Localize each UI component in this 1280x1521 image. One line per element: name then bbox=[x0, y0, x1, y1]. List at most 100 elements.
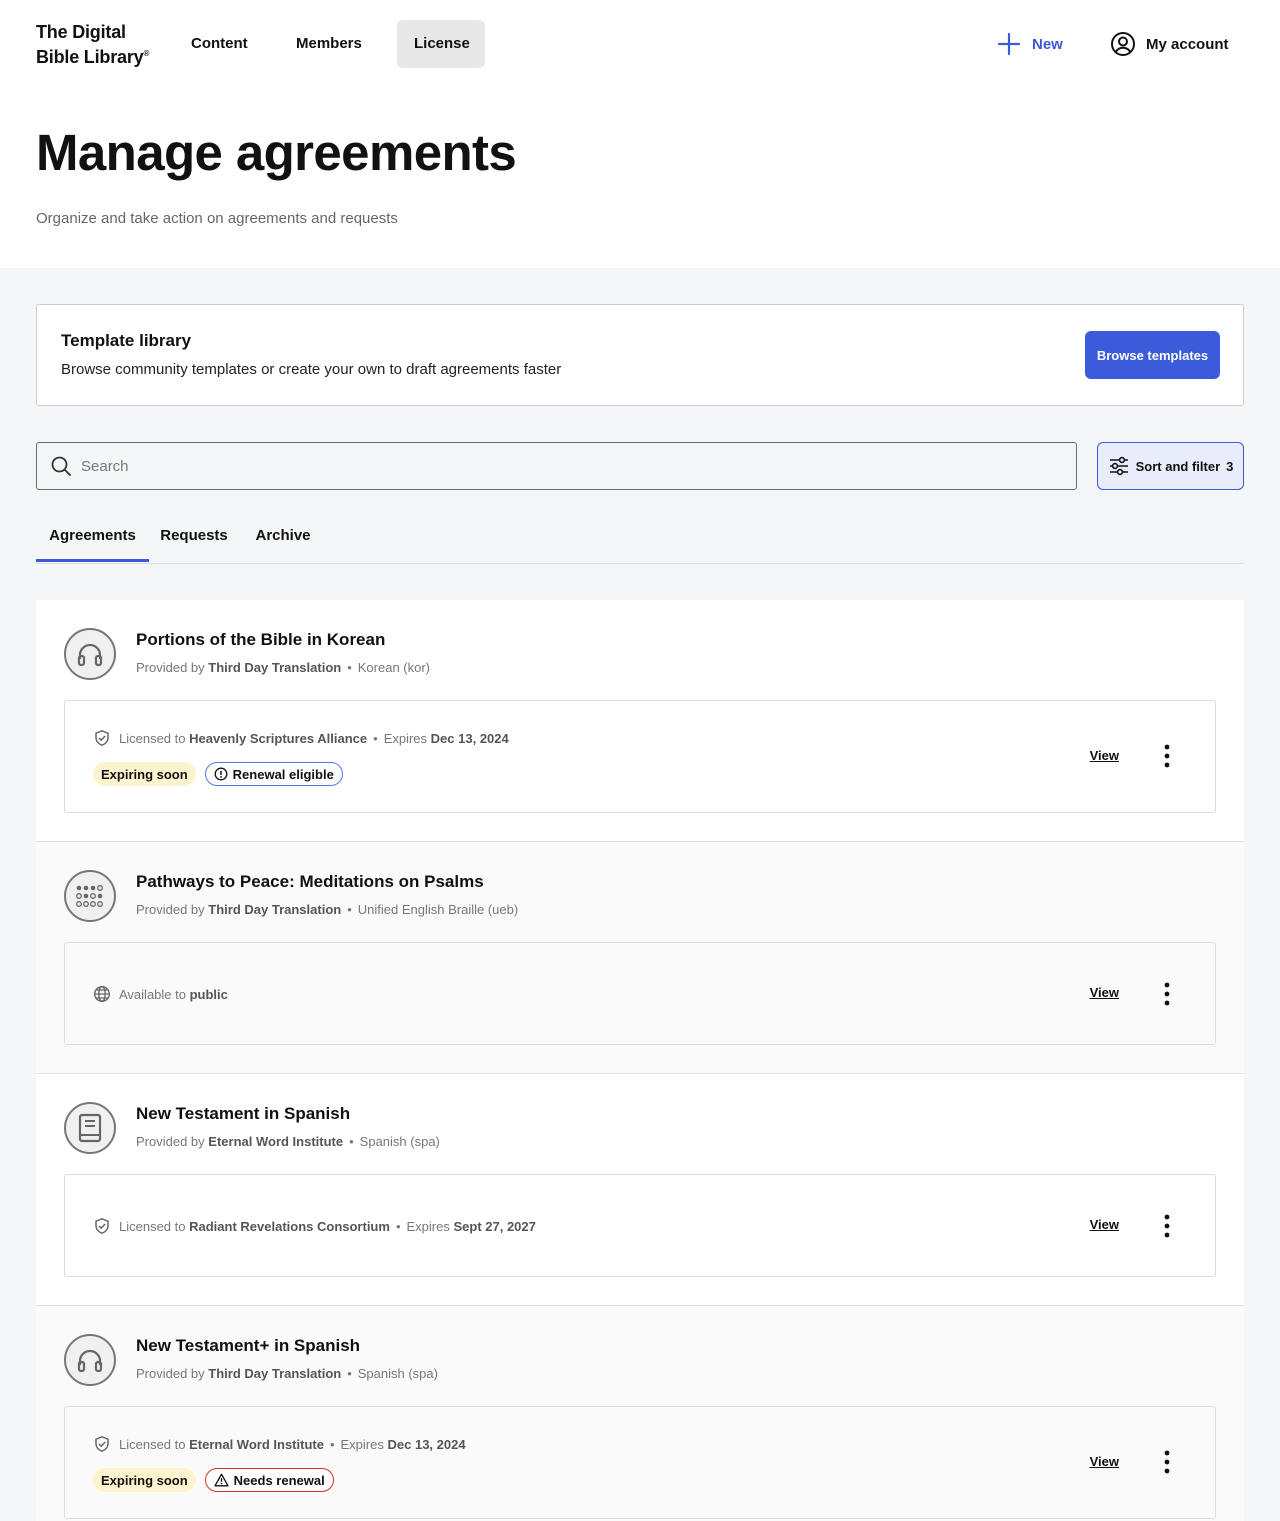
sliders-icon bbox=[1109, 456, 1128, 476]
plus-icon bbox=[997, 32, 1021, 56]
license-line: Licensed to Heavenly Scriptures Alliance… bbox=[93, 729, 509, 747]
expires-prefix: Expires bbox=[383, 730, 428, 746]
provider-name: Eternal Word Institute bbox=[208, 1134, 344, 1149]
logo-line2: Bible Library bbox=[36, 47, 144, 67]
status-badge-expiring: Expiring soon bbox=[93, 762, 196, 786]
page-title: Manage agreements bbox=[36, 124, 517, 181]
template-library-description: Browse community templates or create you… bbox=[61, 361, 562, 378]
licensee-name: Radiant Revelations Consortium bbox=[189, 1218, 390, 1234]
item-thumbnail bbox=[64, 1334, 116, 1386]
provider-name: Third Day Translation bbox=[208, 902, 342, 917]
book-icon bbox=[78, 1113, 102, 1143]
expires-prefix: Expires bbox=[406, 1218, 450, 1234]
status-badges: Expiring soon Needs renewal bbox=[93, 1468, 334, 1492]
item-thumbnail bbox=[64, 1102, 116, 1154]
nav-item-license[interactable]: License bbox=[397, 20, 485, 68]
item-meta: Provided by Third Day Translation • Korean… bbox=[136, 660, 431, 675]
logo-line1: The Digital bbox=[36, 22, 126, 42]
licensee-name: Heavenly Scriptures Alliance bbox=[189, 730, 368, 746]
view-link[interactable]: View bbox=[1090, 985, 1119, 1000]
availability-line: Available to public bbox=[93, 985, 228, 1003]
more-options-button[interactable] bbox=[1155, 742, 1179, 770]
license-box: Licensed to Radiant Revelations Consorti… bbox=[64, 1174, 1216, 1277]
sort-and-filter-button[interactable]: Sort and filter 3 bbox=[1097, 442, 1244, 490]
licensed-to-prefix: Licensed to bbox=[119, 730, 186, 746]
headphones-icon bbox=[77, 1349, 103, 1373]
item-thumbnail bbox=[64, 870, 116, 922]
availability-value: public bbox=[189, 986, 228, 1002]
template-library-title: Template library bbox=[61, 331, 192, 350]
item-title[interactable]: Portions of the Bible in Korean bbox=[136, 630, 385, 650]
licensed-to-prefix: Licensed to bbox=[119, 1436, 186, 1452]
view-link[interactable]: View bbox=[1090, 1454, 1119, 1469]
available-to-prefix: Available to bbox=[119, 986, 186, 1002]
kebab-menu-icon bbox=[1164, 744, 1170, 768]
new-button[interactable]: New bbox=[996, 28, 1063, 60]
tab-archive[interactable]: Archive bbox=[251, 516, 315, 562]
tab-agreements[interactable]: Agreements bbox=[36, 516, 149, 562]
headphones-icon bbox=[77, 643, 103, 667]
more-options-button[interactable] bbox=[1155, 980, 1179, 1008]
my-account-button[interactable]: My account bbox=[1110, 28, 1229, 60]
template-library-card: Template library Browse community templa… bbox=[36, 304, 1244, 406]
nav-item-content[interactable]: Content bbox=[174, 20, 265, 68]
item-title[interactable]: Pathways to Peace: Meditations on Psalms bbox=[136, 872, 484, 892]
search-input[interactable] bbox=[81, 457, 981, 475]
braille-icon bbox=[76, 885, 103, 907]
my-account-label: My account bbox=[1146, 35, 1229, 53]
logo[interactable]: The Digital Bible Library® bbox=[36, 21, 149, 68]
more-options-button[interactable] bbox=[1155, 1212, 1179, 1240]
item-meta: Provided by Third Day Translation • Spanis… bbox=[136, 1366, 438, 1381]
license-line: Licensed to Radiant Revelations Consorti… bbox=[93, 1217, 536, 1235]
expiry-date: Dec 13, 2024 bbox=[430, 730, 509, 746]
view-link[interactable]: View bbox=[1090, 748, 1119, 763]
item-language: Spanish (spa) bbox=[359, 1134, 440, 1149]
shield-check-icon bbox=[95, 1217, 109, 1234]
kebab-menu-icon bbox=[1164, 1214, 1170, 1238]
licensed-to-prefix: Licensed to bbox=[119, 1218, 186, 1234]
item-thumbnail bbox=[64, 628, 116, 680]
license-line: Licensed to Eternal Word Institute • Expir… bbox=[93, 1435, 466, 1453]
agreement-item: New Testament in Spanish Provided by Ete… bbox=[36, 1074, 1244, 1306]
warning-triangle-icon bbox=[214, 1473, 229, 1487]
provided-by-prefix: Provided by bbox=[136, 1134, 205, 1149]
view-link[interactable]: View bbox=[1090, 1217, 1119, 1232]
sort-and-filter-label: Sort and filter bbox=[1135, 458, 1221, 474]
status-badge-needs-renewal: Needs renewal bbox=[204, 1468, 334, 1492]
badge-label: Renewal eligible bbox=[232, 766, 334, 782]
page-subtitle: Organize and take action on agreements a… bbox=[36, 210, 398, 227]
status-badges: Expiring soon Renewal eligible bbox=[93, 762, 343, 786]
status-badge-expiring: Expiring soon bbox=[93, 1468, 196, 1492]
shield-check-icon bbox=[95, 729, 109, 746]
search-field[interactable] bbox=[36, 442, 1077, 490]
agreement-item: New Testament+ in Spanish Provided by Th… bbox=[36, 1306, 1244, 1521]
provider-name: Third Day Translation bbox=[208, 660, 342, 675]
info-circle-icon bbox=[214, 767, 228, 781]
globe-icon bbox=[93, 985, 111, 1003]
shield-check-icon bbox=[95, 1435, 109, 1452]
nav-item-members[interactable]: Members bbox=[279, 20, 379, 68]
item-title[interactable]: New Testament in Spanish bbox=[136, 1104, 350, 1124]
filter-count: 3 bbox=[1226, 458, 1234, 474]
logo-registered-mark: ® bbox=[143, 49, 150, 58]
item-title[interactable]: New Testament+ in Spanish bbox=[136, 1336, 360, 1356]
more-options-button[interactable] bbox=[1155, 1448, 1179, 1476]
item-meta: Provided by Eternal Word Institute • Spani… bbox=[136, 1134, 440, 1149]
item-language: Spanish (spa) bbox=[357, 1366, 438, 1381]
browse-templates-button[interactable]: Browse templates bbox=[1085, 331, 1220, 379]
new-button-label: New bbox=[1032, 35, 1063, 53]
expiry-date: Dec 13, 2024 bbox=[387, 1436, 466, 1452]
agreement-item: Pathways to Peace: Meditations on Psalms… bbox=[36, 842, 1244, 1074]
provided-by-prefix: Provided by bbox=[136, 902, 205, 917]
agreement-item: Portions of the Bible in Korean Provided… bbox=[36, 600, 1244, 842]
tab-requests[interactable]: Requests bbox=[157, 516, 231, 562]
licensee-name: Eternal Word Institute bbox=[189, 1436, 324, 1452]
expiry-date: Sept 27, 2027 bbox=[453, 1218, 536, 1234]
page-header: The Digital Bible Library® Content Membe… bbox=[0, 0, 1280, 268]
license-box: Licensed to Eternal Word Institute • Expir… bbox=[64, 1406, 1216, 1519]
license-box: Licensed to Heavenly Scriptures Alliance… bbox=[64, 700, 1216, 813]
item-language: Unified English Braille (ueb) bbox=[357, 902, 519, 917]
search-icon bbox=[51, 456, 71, 476]
availability-box: Available to public View bbox=[64, 942, 1216, 1045]
kebab-menu-icon bbox=[1164, 982, 1170, 1006]
